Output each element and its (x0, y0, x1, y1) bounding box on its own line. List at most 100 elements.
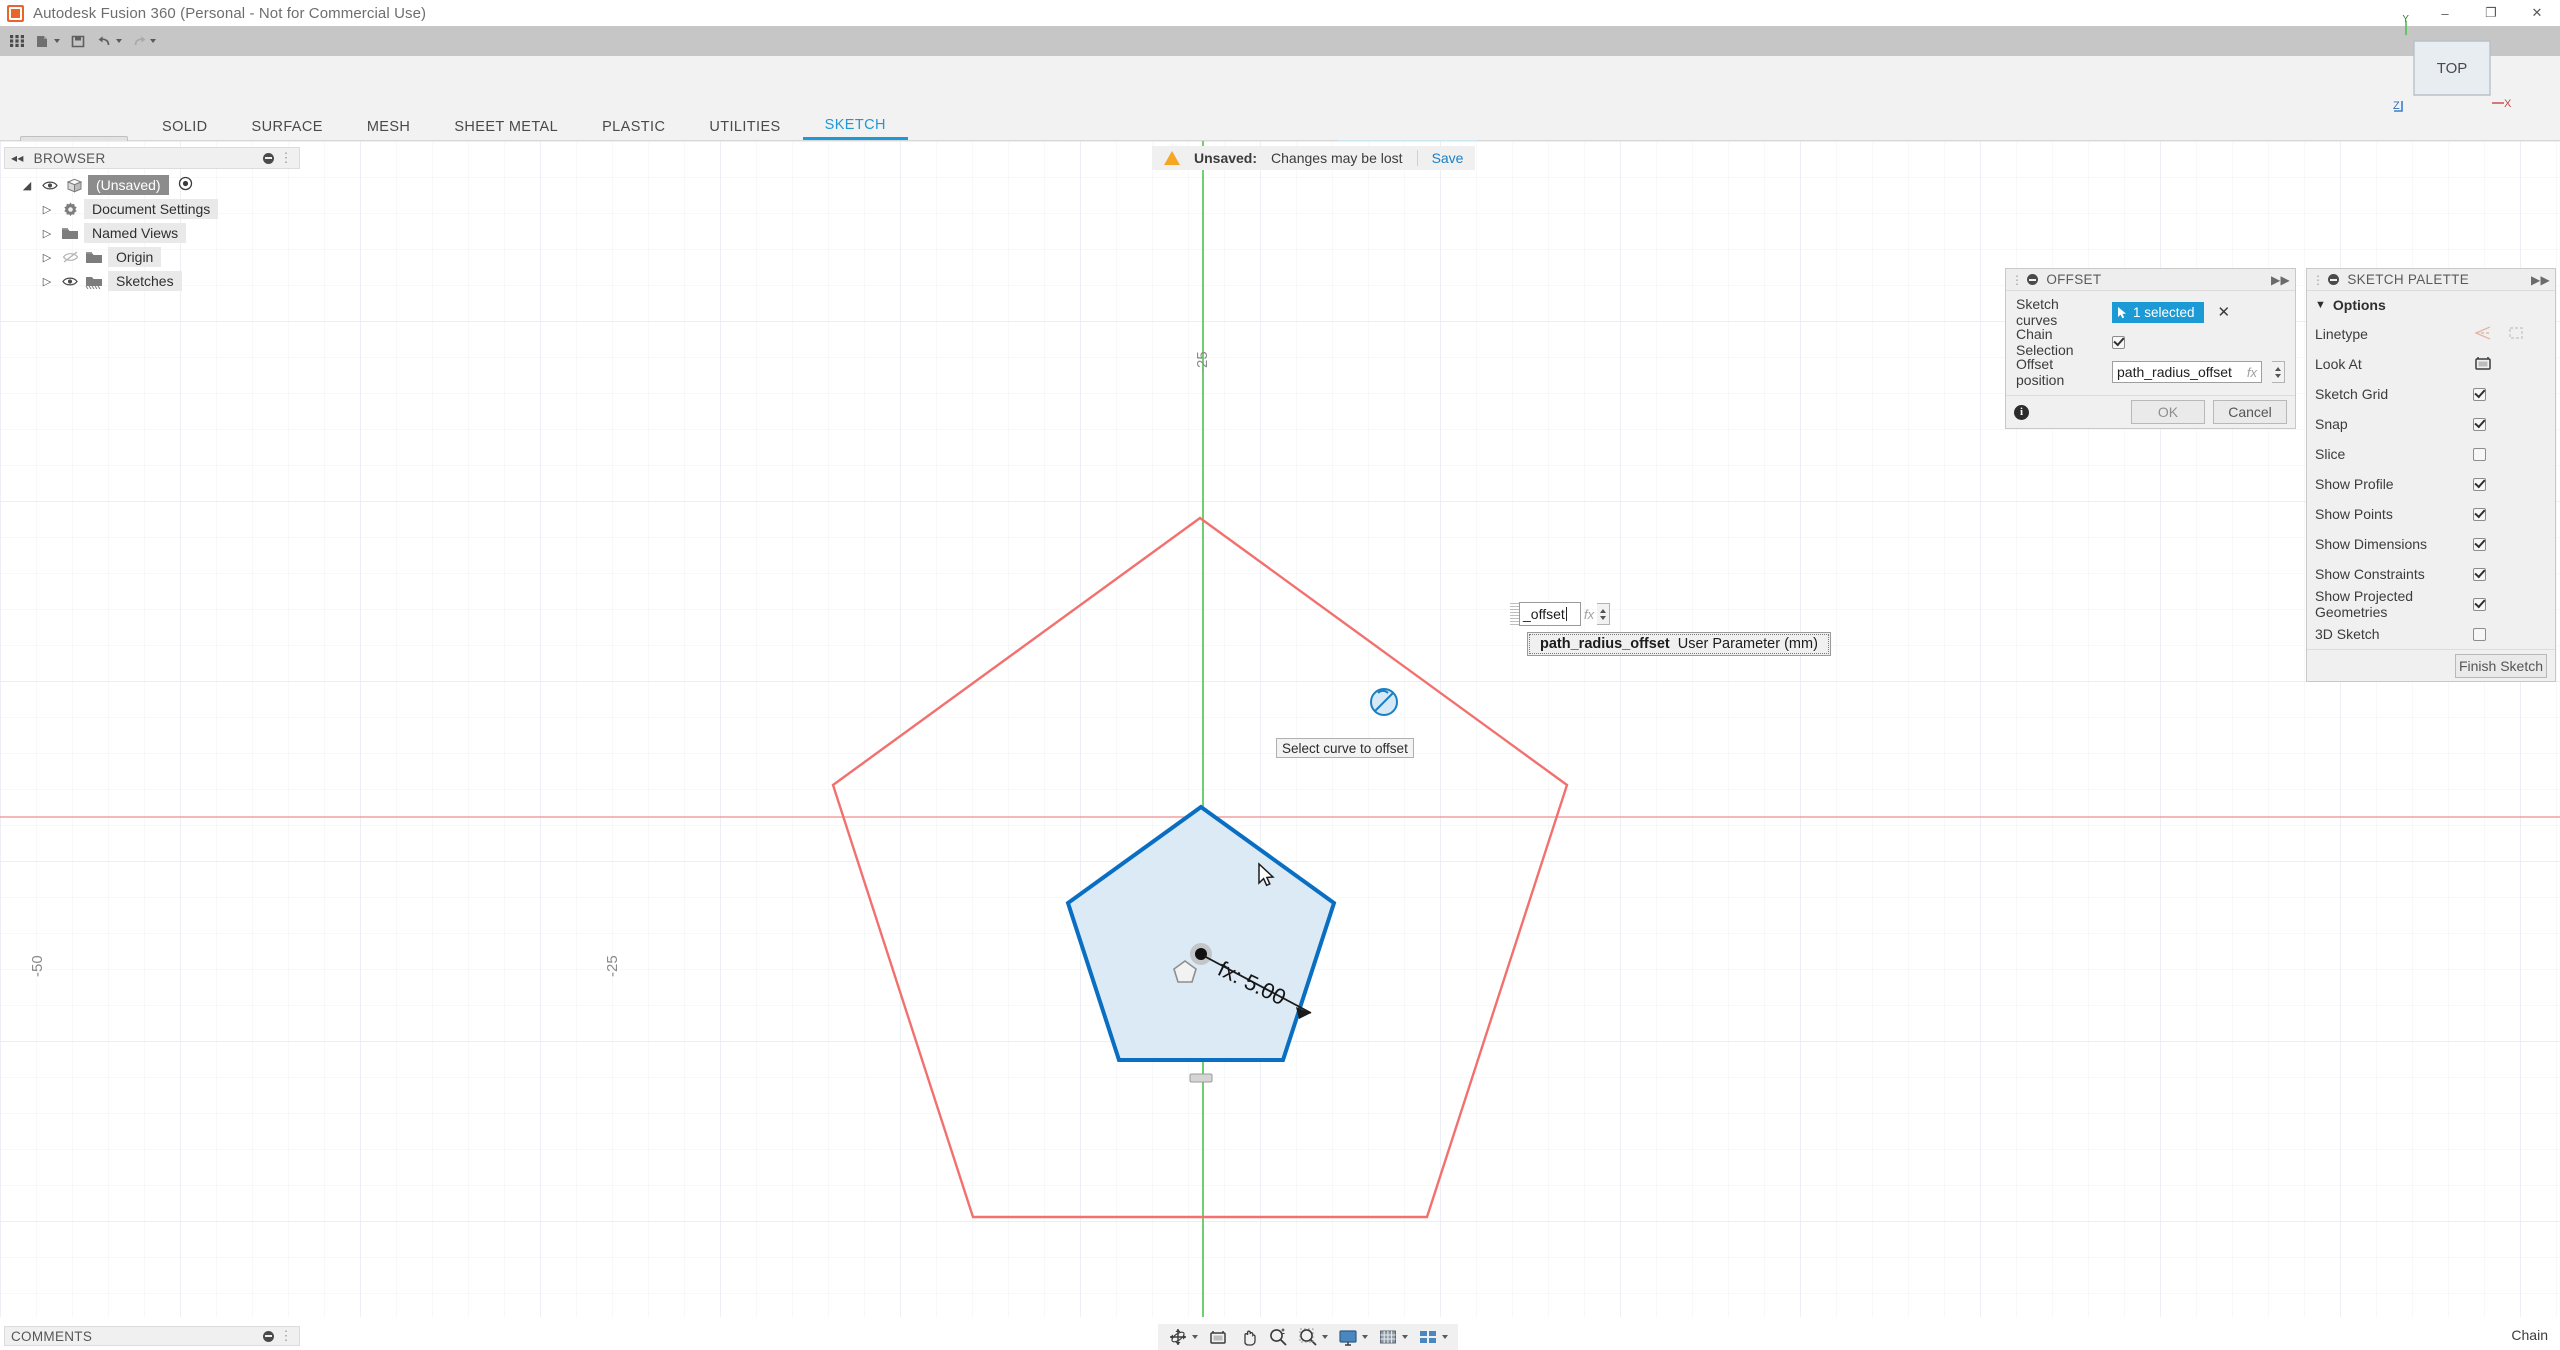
grid-menu-icon[interactable] (4, 28, 30, 54)
palette-row-snap: Snap (2307, 409, 2555, 439)
new-file-icon[interactable] (32, 28, 63, 54)
palette-options-section[interactable]: ▼ Options (2307, 291, 2555, 319)
browser-item-origin[interactable]: ▷ Origin (4, 245, 300, 269)
palette-grip-icon[interactable]: ⋮ (2312, 273, 2324, 287)
grid-settings-button[interactable] (1374, 1325, 1412, 1349)
offset-ok-button[interactable]: OK (2131, 400, 2205, 424)
undo-icon[interactable] (93, 28, 125, 54)
pan-button[interactable] (1234, 1325, 1262, 1349)
visibility-eye-icon[interactable] (40, 180, 60, 191)
zoom-button[interactable] (1264, 1325, 1292, 1349)
show-profile-label: Show Profile (2315, 476, 2394, 492)
value-fx-icon[interactable]: fx (1584, 607, 1594, 622)
orbit-button[interactable] (1164, 1325, 1202, 1349)
ribbon-tab-plastic[interactable]: PLASTIC (580, 113, 687, 140)
browser-collapse-icon[interactable]: ◂◂ (11, 151, 24, 165)
ribbon: DESIGN ▾ SOLID SURFACE MESH SHEET METAL … (0, 56, 2560, 196)
display-settings-caret-icon[interactable] (1362, 1335, 1368, 1339)
show-points-checkbox[interactable] (2473, 507, 2486, 521)
browser-grip-icon[interactable]: ⋮ (279, 150, 293, 166)
dialog-collapse-icon[interactable] (2027, 274, 2039, 285)
activate-component-icon[interactable] (178, 176, 193, 194)
palette-finish-sketch-button[interactable]: Finish Sketch (2455, 653, 2547, 678)
expand-arrow-icon[interactable]: ▷ (38, 275, 56, 288)
expand-arrow-icon[interactable]: ▷ (38, 251, 56, 264)
chain-selection-row: Chain Selection (2006, 326, 2295, 358)
offset-dialog-header[interactable]: ⋮ OFFSET ▶▶ (2006, 269, 2295, 291)
save-icon[interactable] (65, 28, 91, 54)
grid-settings-caret-icon[interactable] (1402, 1335, 1408, 1339)
offset-position-input[interactable]: path_radius_offset fx (2112, 361, 2262, 383)
snap-checkbox[interactable] (2473, 417, 2486, 431)
undo-caret-icon[interactable] (116, 39, 122, 43)
slice-label: Slice (2315, 446, 2346, 462)
ribbon-tab-sheet-metal[interactable]: SHEET METAL (432, 113, 580, 140)
visibility-eye-icon[interactable] (60, 276, 80, 287)
visibility-eye-off-icon[interactable] (60, 251, 80, 263)
ribbon-tab-surface[interactable]: SURFACE (230, 113, 345, 140)
sketch-palette-header[interactable]: ⋮ SKETCH PALETTE ▶▶ (2307, 269, 2555, 291)
browser-item-document-settings[interactable]: ▷ Document Settings (4, 197, 300, 221)
view-cube-z-label: Z (2393, 100, 2400, 112)
close-button[interactable]: ✕ (2514, 0, 2560, 26)
show-profile-checkbox[interactable] (2473, 477, 2486, 491)
construction-linetype-icon[interactable] (2507, 325, 2525, 344)
folder-icon (60, 226, 80, 241)
show-projected-geometries-checkbox[interactable] (2473, 597, 2486, 611)
browser-header: ◂◂ BROWSER ⋮ (4, 147, 300, 169)
parameter-autocomplete-tooltip[interactable]: path_radius_offset User Parameter (mm) (1527, 632, 1831, 656)
comments-grip-icon[interactable]: ⋮ (279, 1328, 293, 1344)
fx-icon[interactable]: fx (2247, 365, 2257, 380)
redo-caret-icon[interactable] (150, 39, 156, 43)
ribbon-tab-mesh[interactable]: MESH (345, 113, 433, 140)
three-d-sketch-checkbox[interactable] (2473, 627, 2486, 641)
normal-linetype-icon[interactable] (2473, 325, 2493, 344)
ribbon-tab-sketch[interactable]: SKETCH (802, 113, 908, 140)
browser-item-named-views[interactable]: ▷ Named Views (4, 221, 300, 245)
lookat-icon[interactable] (2473, 354, 2493, 375)
dialog-pin-icon[interactable]: ▶▶ (2271, 273, 2290, 287)
clear-selection-icon[interactable]: ✕ (2218, 303, 2231, 321)
show-dimensions-checkbox[interactable] (2473, 537, 2486, 551)
value-input-stepper[interactable] (1597, 603, 1611, 625)
display-settings-button[interactable] (1334, 1325, 1372, 1349)
comments-panel[interactable]: COMMENTS ⋮ (4, 1326, 300, 1346)
palette-row-show-profile: Show Profile (2307, 469, 2555, 499)
section-collapse-caret-icon[interactable]: ▼ (2315, 299, 2326, 311)
redo-icon[interactable] (127, 28, 159, 54)
expand-arrow-icon[interactable]: ▷ (38, 227, 56, 240)
sketch-grid-checkbox[interactable] (2473, 387, 2486, 401)
viewports-button[interactable] (1414, 1325, 1452, 1349)
look-at-button[interactable] (1204, 1325, 1232, 1349)
browser-minimize-icon[interactable] (263, 152, 275, 164)
browser-item-unsaved[interactable]: ◢ (Unsaved) (4, 173, 300, 197)
fit-caret-icon[interactable] (1322, 1335, 1328, 1339)
offset-cancel-button[interactable]: Cancel (2213, 400, 2287, 424)
slice-checkbox[interactable] (2473, 447, 2486, 461)
banner-save-link[interactable]: Save (1432, 150, 1464, 166)
info-icon[interactable]: i (2014, 404, 2029, 420)
offset-position-row: Offset position path_radius_offset fx (2006, 356, 2295, 388)
show-constraints-checkbox[interactable] (2473, 567, 2486, 581)
palette-collapse-icon[interactable] (2328, 274, 2340, 285)
viewports-caret-icon[interactable] (1442, 1335, 1448, 1339)
palette-section-label: Options (2332, 297, 2386, 313)
offset-value-field[interactable]: _offset (1519, 602, 1581, 626)
sketch-curves-selection-chip[interactable]: 1 selected (2112, 301, 2204, 323)
view-cube[interactable]: TOP Y Z X (2392, 13, 2512, 125)
ribbon-tab-utilities[interactable]: UTILITIES (687, 113, 802, 140)
dialog-grip-icon[interactable]: ⋮ (2011, 273, 2023, 287)
ribbon-tab-solid[interactable]: SOLID (140, 113, 230, 140)
orbit-caret-icon[interactable] (1192, 1335, 1198, 1339)
value-input-grip-icon[interactable] (1510, 603, 1519, 625)
fit-button[interactable] (1294, 1325, 1332, 1349)
expand-arrow-icon[interactable]: ▷ (38, 203, 56, 216)
comments-minimize-icon[interactable] (263, 1330, 275, 1342)
browser-item-sketches[interactable]: ▷ Sketches (4, 269, 300, 293)
expand-arrow-icon[interactable]: ◢ (18, 179, 36, 192)
palette-pin-icon[interactable]: ▶▶ (2531, 273, 2550, 287)
offset-position-stepper[interactable] (2272, 361, 2285, 383)
new-file-caret-icon[interactable] (54, 39, 60, 43)
show-profile-control (2473, 477, 2547, 491)
chain-selection-checkbox[interactable] (2112, 335, 2125, 349)
